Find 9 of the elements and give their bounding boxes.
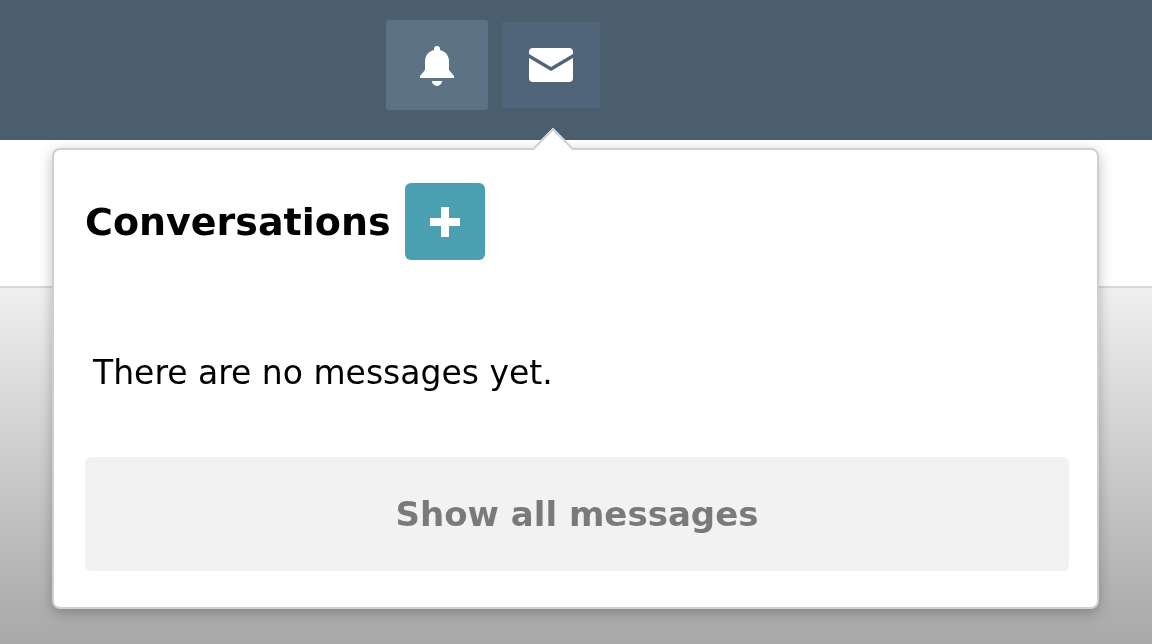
bell-icon: [417, 44, 457, 86]
plus-icon: [427, 204, 462, 239]
popover-title: Conversations: [85, 202, 391, 241]
show-all-messages-button[interactable]: Show all messages: [85, 457, 1069, 571]
new-conversation-button[interactable]: [404, 183, 485, 260]
notifications-button[interactable]: [386, 20, 488, 110]
messages-button[interactable]: [500, 20, 602, 110]
envelope-icon: [529, 48, 573, 82]
empty-message: There are no messages yet.: [93, 356, 554, 389]
